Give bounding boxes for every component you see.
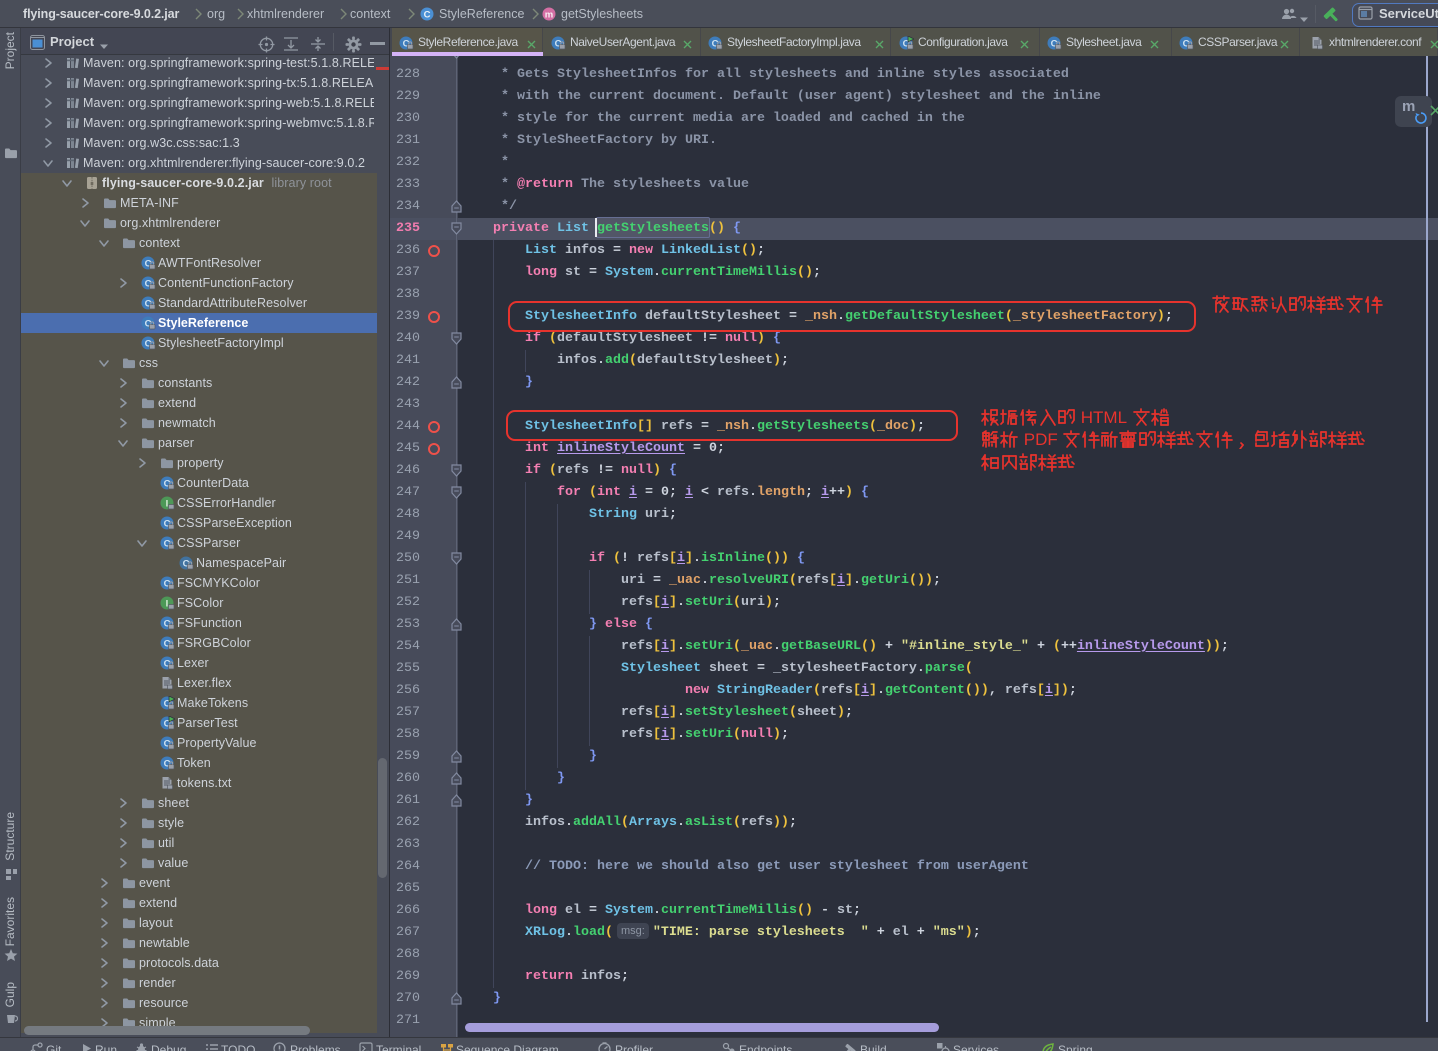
svg-text:I: I (166, 499, 169, 510)
svg-text:C: C (424, 10, 431, 21)
svg-text:I: I (166, 599, 169, 610)
svg-text:m: m (545, 10, 553, 21)
